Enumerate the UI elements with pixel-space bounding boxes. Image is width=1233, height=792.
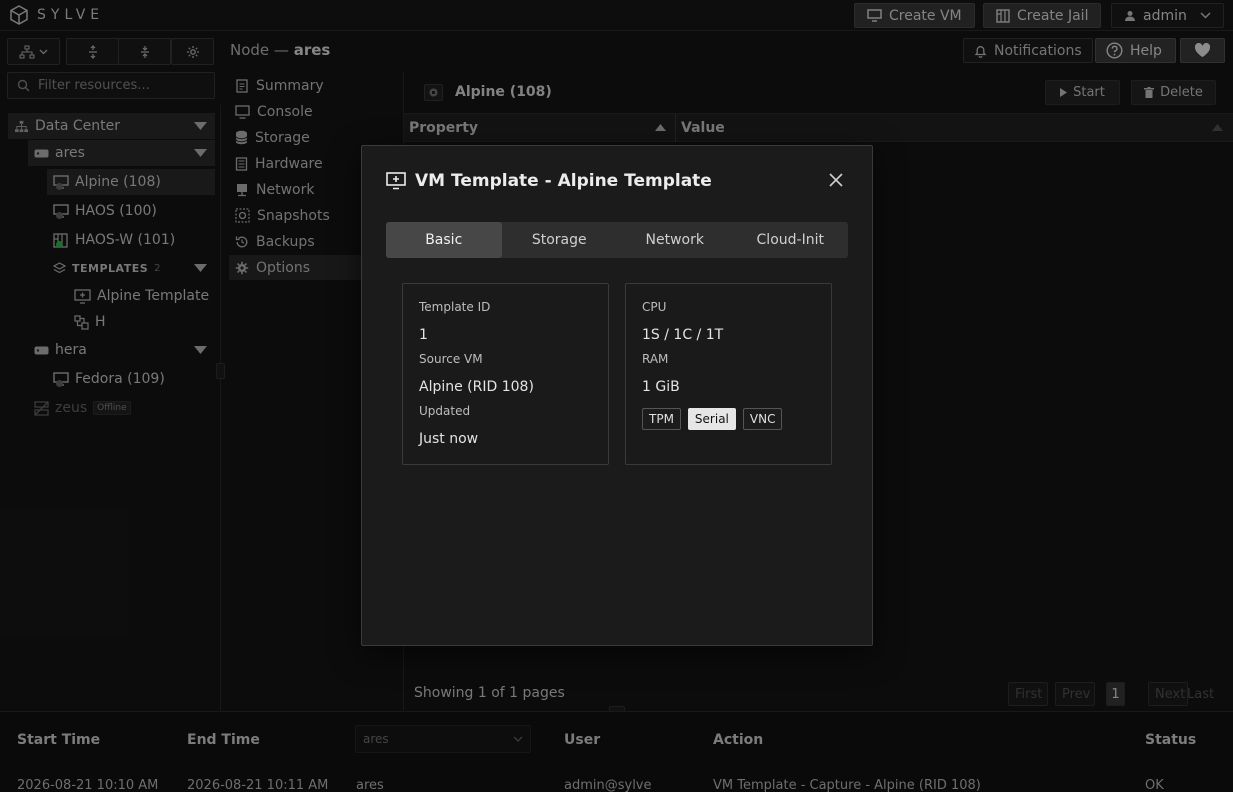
- resources-card: CPU 1S / 1C / 1T RAM 1 GiB TPM Serial VN…: [625, 283, 832, 465]
- tab-basic[interactable]: Basic: [386, 222, 502, 258]
- template-id-value: 1: [419, 327, 428, 343]
- tab-storage[interactable]: Storage: [502, 222, 618, 258]
- tab-network[interactable]: Network: [617, 222, 733, 258]
- tab-label: Storage: [531, 232, 587, 248]
- dialog-tabs: Basic Storage Network Cloud-Init: [386, 222, 848, 258]
- tab-label: Network: [645, 232, 704, 248]
- source-vm-value: Alpine (RID 108): [419, 379, 534, 395]
- template-id-label: Template ID: [419, 300, 491, 314]
- tab-label: Cloud-Init: [756, 232, 824, 248]
- template-info-card: Template ID 1 Source VM Alpine (RID 108)…: [402, 283, 609, 465]
- ram-value: 1 GiB: [642, 379, 680, 395]
- dialog-title: VM Template - Alpine Template: [386, 171, 712, 191]
- chip-serial: Serial: [687, 408, 736, 430]
- updated-label: Updated: [419, 404, 471, 418]
- close-icon[interactable]: [828, 172, 844, 188]
- tab-cloud-init[interactable]: Cloud-Init: [733, 222, 849, 258]
- cpu-value: 1S / 1C / 1T: [642, 327, 724, 343]
- cpu-label: CPU: [642, 300, 667, 314]
- chip-vnc: VNC: [742, 408, 783, 430]
- ram-label: RAM: [642, 352, 669, 366]
- tab-label: Basic: [425, 232, 463, 248]
- monitor-template-icon: [386, 172, 406, 190]
- chip-tpm: TPM: [642, 408, 681, 430]
- feature-chips: TPM Serial VNC: [642, 408, 815, 430]
- vm-template-dialog: VM Template - Alpine Template Basic Stor…: [361, 145, 873, 646]
- updated-value: Just now: [419, 431, 479, 447]
- source-vm-label: Source VM: [419, 352, 483, 366]
- dialog-title-text: VM Template - Alpine Template: [415, 171, 712, 191]
